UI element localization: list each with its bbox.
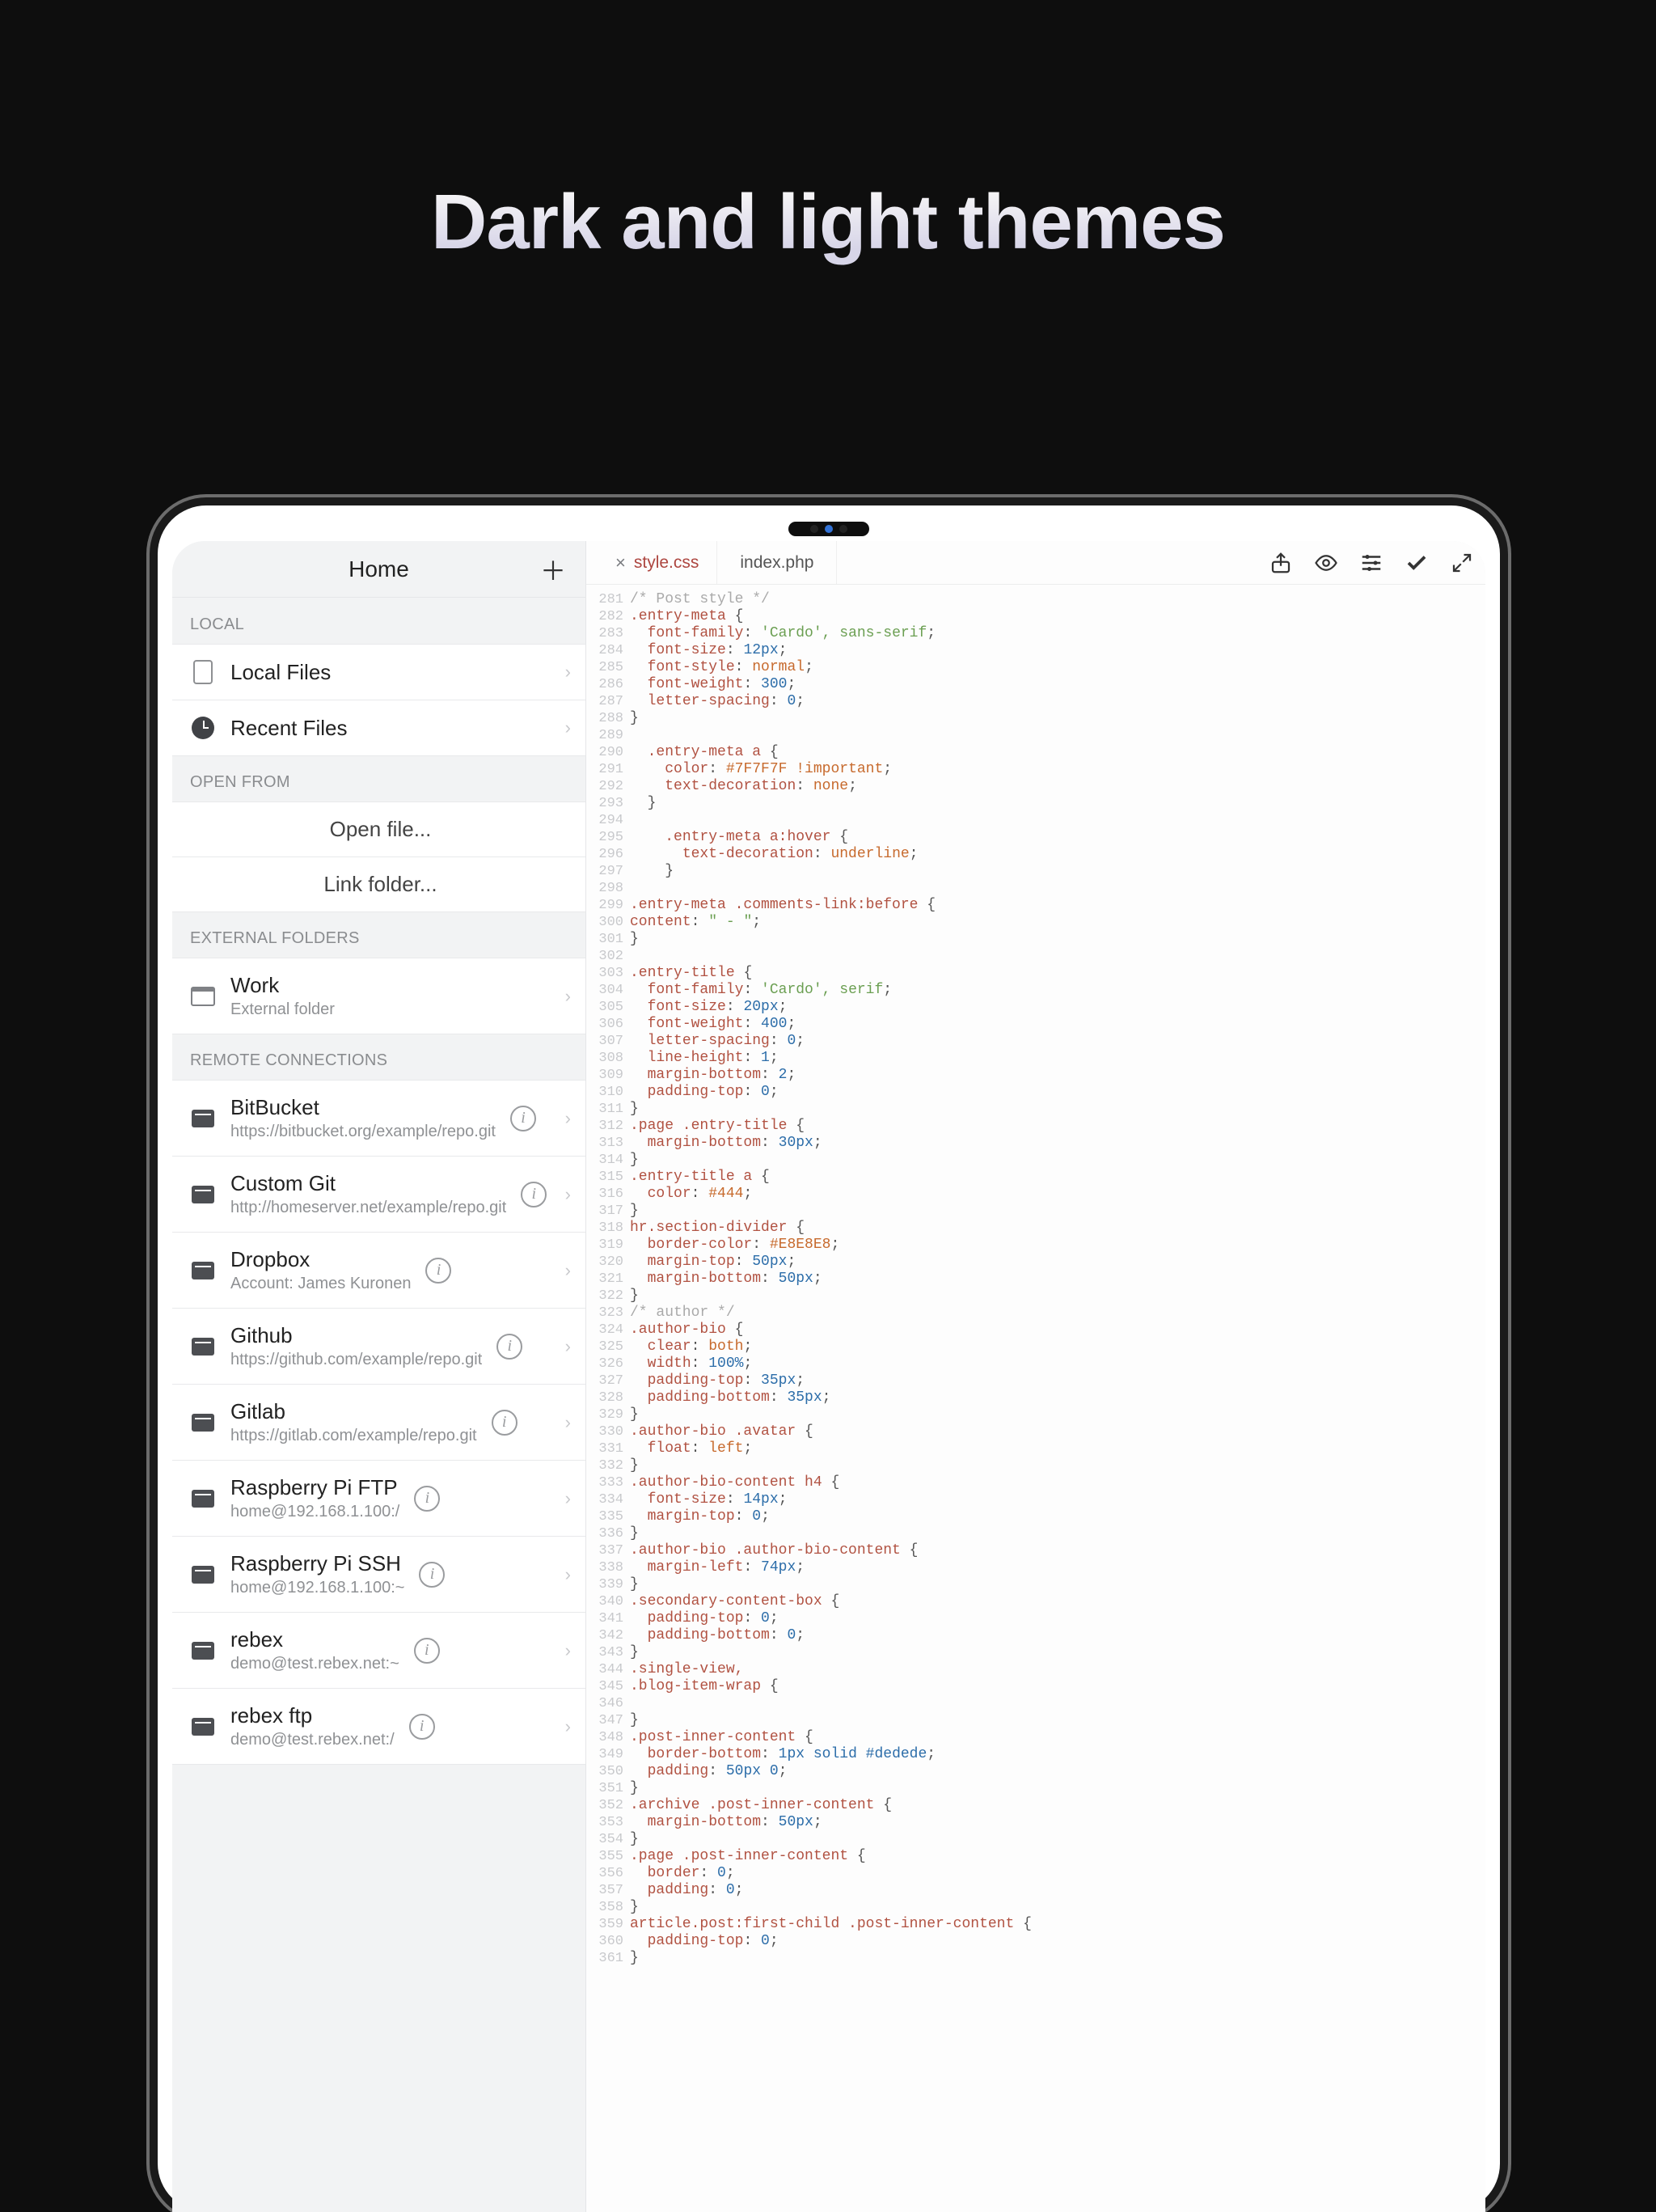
remote-sub: demo@test.rebex.net:~	[230, 1655, 399, 1673]
remote-icon	[190, 1486, 216, 1512]
info-icon[interactable]: i	[425, 1258, 451, 1284]
remote-sub: Account: James Kuronen	[230, 1275, 411, 1293]
remote-connection-row[interactable]: Dropbox Account: James Kuronen i ›	[172, 1232, 585, 1309]
remote-title: Raspberry Pi SSH	[230, 1551, 404, 1576]
ipad-frame: Home ＋ LOCAL Local Files › Recent Files …	[158, 505, 1500, 2212]
editor-tools	[1269, 551, 1474, 575]
active-tab-label: style.css	[634, 553, 699, 573]
info-icon[interactable]: i	[510, 1106, 536, 1131]
external-folder-row[interactable]: Work External folder ›	[172, 958, 585, 1034]
editor-header: × style.css index.php	[586, 541, 1485, 585]
remote-connection-row[interactable]: Github https://github.com/example/repo.gi…	[172, 1308, 585, 1385]
remote-title: Raspberry Pi FTP	[230, 1475, 399, 1500]
add-button[interactable]: ＋	[540, 551, 566, 588]
info-icon[interactable]: i	[409, 1714, 435, 1740]
remote-connection-row[interactable]: Raspberry Pi SSH home@192.168.1.100:~ i ›	[172, 1536, 585, 1613]
preview-eye-icon[interactable]	[1314, 551, 1338, 575]
chevron-right-icon: ›	[565, 662, 571, 683]
share-icon[interactable]	[1269, 551, 1293, 575]
info-icon[interactable]: i	[521, 1182, 547, 1208]
external-title: Work	[230, 973, 335, 998]
remote-icon	[190, 1562, 216, 1588]
ipad-notch	[788, 522, 869, 536]
tab-active[interactable]: × style.css	[598, 541, 717, 584]
remote-title: Custom Git	[230, 1171, 506, 1196]
remote-sub: http://homeserver.net/example/repo.git	[230, 1199, 506, 1217]
remote-sub: https://bitbucket.org/example/repo.git	[230, 1123, 496, 1141]
remote-connection-row[interactable]: BitBucket https://bitbucket.org/example/r…	[172, 1080, 585, 1157]
folder-icon	[190, 983, 216, 1009]
expand-icon[interactable]	[1450, 551, 1474, 575]
external-sub: External folder	[230, 1000, 335, 1019]
remote-sub: home@192.168.1.100:/	[230, 1503, 399, 1521]
chevron-right-icon: ›	[565, 986, 571, 1007]
remote-sub: https://gitlab.com/example/repo.git	[230, 1427, 477, 1445]
remote-icon	[190, 1410, 216, 1436]
chevron-right-icon: ›	[565, 1564, 571, 1585]
sidebar-header: Home ＋	[172, 541, 585, 598]
section-external-folders: EXTERNAL FOLDERS	[172, 911, 585, 958]
remote-title: BitBucket	[230, 1095, 496, 1120]
recent-files-label: Recent Files	[230, 716, 348, 741]
app-screen: Home ＋ LOCAL Local Files › Recent Files …	[172, 541, 1485, 2212]
remote-sub: https://github.com/example/repo.git	[230, 1351, 482, 1369]
remote-connection-row[interactable]: rebex ftp demo@test.rebex.net:/ i ›	[172, 1688, 585, 1765]
section-remote: REMOTE CONNECTIONS	[172, 1034, 585, 1080]
sidebar-title: Home	[349, 556, 409, 582]
chevron-right-icon: ›	[565, 1260, 571, 1281]
info-icon[interactable]: i	[414, 1486, 440, 1512]
remote-icon	[190, 1182, 216, 1208]
chevron-right-icon: ›	[565, 1488, 571, 1509]
remote-title: rebex ftp	[230, 1703, 395, 1728]
local-files-row[interactable]: Local Files ›	[172, 644, 585, 700]
info-icon[interactable]: i	[414, 1638, 440, 1664]
section-open-from: OPEN FROM	[172, 755, 585, 801]
section-local: LOCAL	[172, 598, 585, 644]
remote-connection-row[interactable]: rebex demo@test.rebex.net:~ i ›	[172, 1612, 585, 1689]
remote-title: Github	[230, 1323, 482, 1348]
sidebar: Home ＋ LOCAL Local Files › Recent Files …	[172, 541, 586, 2212]
remote-icon	[190, 1106, 216, 1131]
chevron-right-icon: ›	[565, 1716, 571, 1737]
check-icon[interactable]	[1405, 551, 1429, 575]
recent-files-row[interactable]: Recent Files ›	[172, 700, 585, 756]
remote-connection-row[interactable]: Custom Git http://homeserver.net/example/…	[172, 1156, 585, 1233]
chevron-right-icon: ›	[565, 717, 571, 738]
remote-connection-row[interactable]: Gitlab https://gitlab.com/example/repo.gi…	[172, 1384, 585, 1461]
remote-icon	[190, 1258, 216, 1284]
info-icon[interactable]: i	[492, 1410, 518, 1436]
remote-title: Dropbox	[230, 1247, 411, 1272]
link-folder-button[interactable]: Link folder...	[172, 856, 585, 912]
remote-sub: demo@test.rebex.net:/	[230, 1731, 395, 1749]
info-icon[interactable]: i	[419, 1562, 445, 1588]
chevron-right-icon: ›	[565, 1184, 571, 1205]
remote-title: rebex	[230, 1627, 399, 1652]
open-file-button[interactable]: Open file...	[172, 801, 585, 857]
inactive-tab-label: index.php	[740, 553, 813, 573]
chevron-right-icon: ›	[565, 1412, 571, 1433]
remote-icon	[190, 1638, 216, 1664]
code-view[interactable]: 281/* Post style */282.entry-meta {283 f…	[586, 585, 1485, 2212]
chevron-right-icon: ›	[565, 1108, 571, 1129]
remote-icon	[190, 1714, 216, 1740]
chevron-right-icon: ›	[565, 1336, 571, 1357]
editor-sliders-icon[interactable]	[1359, 551, 1384, 575]
info-icon[interactable]: i	[496, 1334, 522, 1360]
local-files-label: Local Files	[230, 660, 331, 685]
chevron-right-icon: ›	[565, 1640, 571, 1661]
tab-inactive[interactable]: index.php	[717, 541, 837, 584]
clock-icon	[190, 715, 216, 741]
editor-pane: × style.css index.php 281/* Post style	[586, 541, 1485, 2212]
remote-connection-row[interactable]: Raspberry Pi FTP home@192.168.1.100:/ i ›	[172, 1460, 585, 1537]
file-icon	[190, 659, 216, 685]
remote-title: Gitlab	[230, 1399, 477, 1424]
remote-sub: home@192.168.1.100:~	[230, 1579, 404, 1597]
close-tab-icon[interactable]: ×	[615, 552, 626, 573]
remote-icon	[190, 1334, 216, 1360]
hero-title: Dark and light themes	[0, 178, 1656, 267]
